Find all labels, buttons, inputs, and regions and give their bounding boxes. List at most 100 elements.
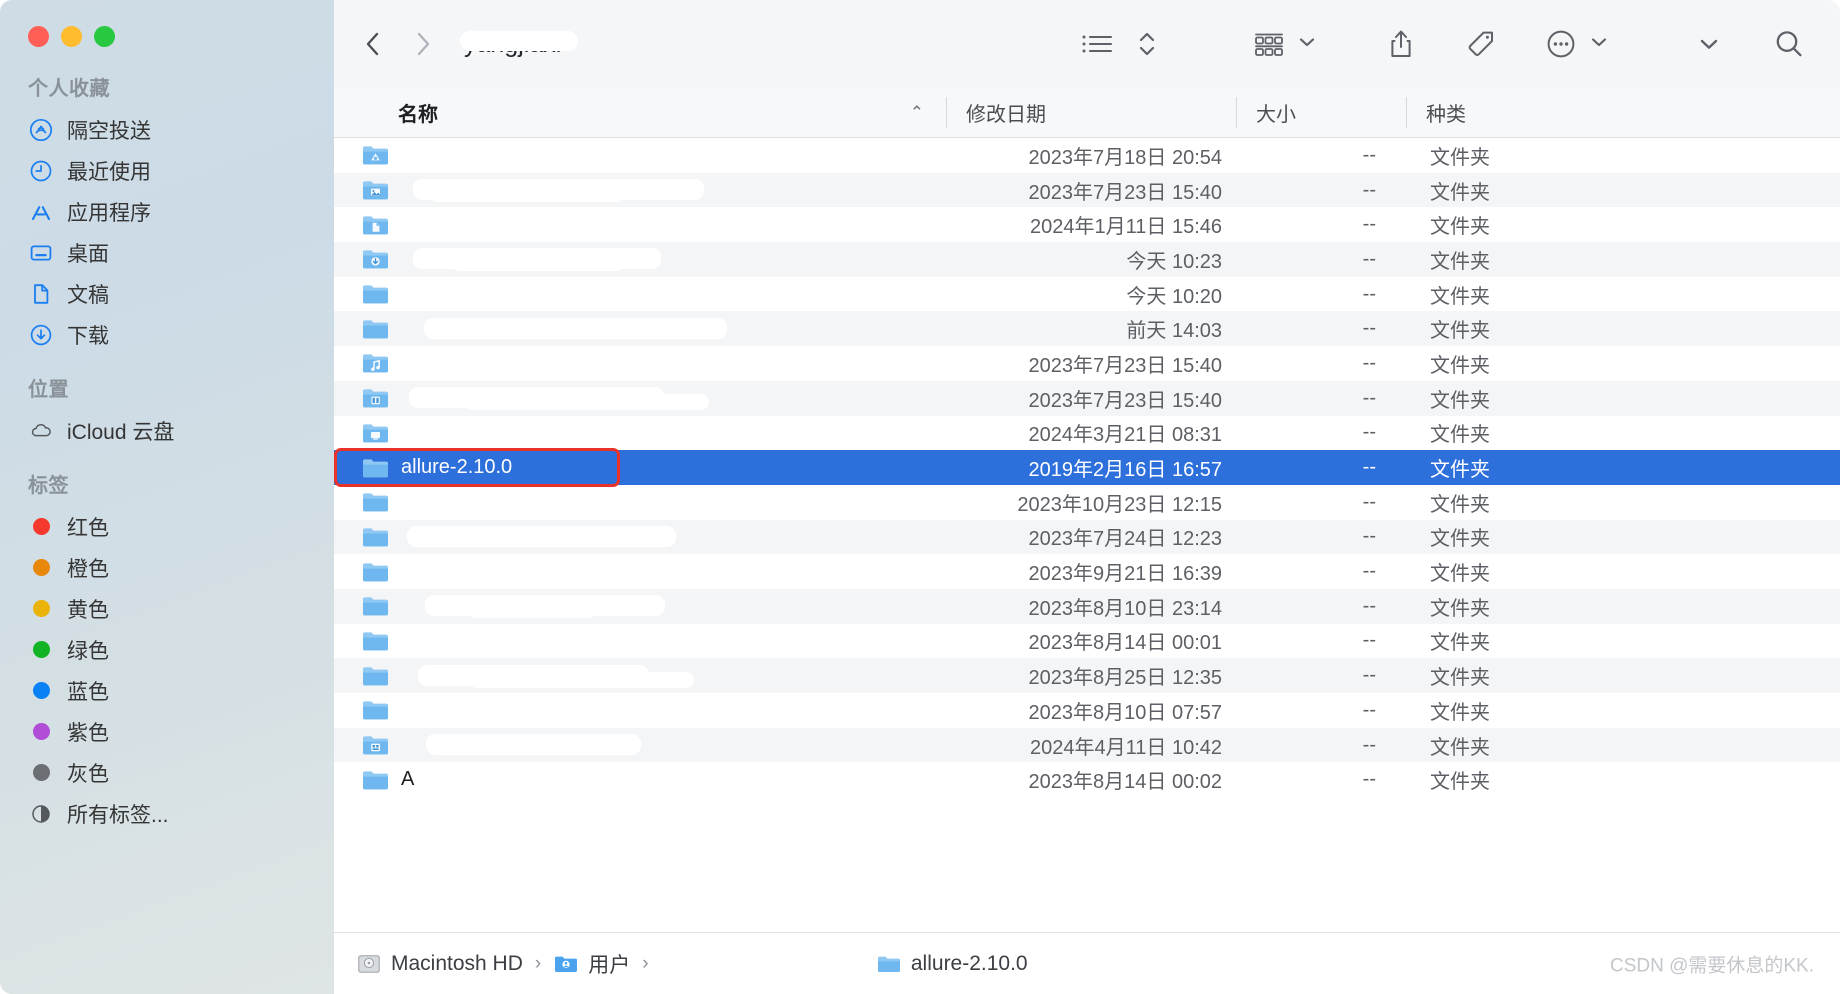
sidebar-item-desktop[interactable]: 桌面 (0, 232, 334, 273)
table-row[interactable]: 2023年8月14日 00:01 -- 文件夹 (334, 624, 1840, 659)
sidebar-item-airdrop[interactable]: 隔空投送 (0, 109, 334, 150)
sidebar-item-downloads[interactable]: 下载 (0, 314, 334, 355)
tag-icon[interactable] (1456, 19, 1506, 69)
path-segment-allure[interactable]: allure-2.10.0 (876, 951, 1028, 977)
sidebar-item-tag-yellow[interactable]: 黄色 (0, 588, 334, 629)
sidebar-item-all-tags[interactable]: 所有标签... (0, 793, 334, 834)
sidebar-item-tag-gray[interactable]: 灰色 (0, 752, 334, 793)
view-mode-group[interactable] (1072, 19, 1172, 69)
file-name-cell[interactable] (334, 248, 946, 270)
column-header-date[interactable]: 修改日期 (946, 88, 1236, 137)
window-title: yangjiaxi (459, 29, 579, 58)
sidebar-item-tag-green[interactable]: 绿色 (0, 629, 334, 670)
file-name-cell[interactable] (334, 561, 946, 583)
action-chevron-down-icon[interactable] (1684, 19, 1734, 69)
table-row[interactable]: 2023年7月23日 15:40 -- 文件夹 (334, 346, 1840, 381)
file-date-cell: 前天 14:03 (1126, 320, 1222, 343)
column-header-name[interactable]: 名称 ⌃ (334, 88, 946, 137)
toolbar: yangjiaxi (334, 0, 1840, 88)
table-row[interactable]: 今天 10:23 -- 文件夹 (334, 242, 1840, 277)
table-row[interactable]: 2023年7月18日 20:54 -- 文件夹 (334, 138, 1840, 173)
sidebar-item-label: 文稿 (67, 283, 109, 307)
sidebar-item-tag-red[interactable]: 红色 (0, 506, 334, 547)
share-icon[interactable] (1376, 19, 1426, 69)
table-row[interactable]: 2023年7月24日 12:23 -- 文件夹 (334, 519, 1840, 555)
file-name-cell[interactable] (334, 144, 946, 166)
column-header-size[interactable]: 大小 (1236, 88, 1406, 137)
file-date-cell: 2023年8月10日 23:14 (1028, 597, 1222, 620)
file-name-cell[interactable] (334, 734, 946, 756)
table-row[interactable]: 2024年1月11日 15:46 -- 文件夹 (334, 207, 1840, 242)
table-row[interactable]: 2023年9月21日 16:39 -- 文件夹 (334, 554, 1840, 589)
path-segment-macintosh-hd[interactable]: Macintosh HD (356, 951, 523, 977)
group-by-group[interactable] (1244, 19, 1318, 69)
table-row[interactable]: allure-2.10.0 2019年2月16日 16:57 -- 文件夹 (334, 450, 1840, 485)
sidebar-item-icloud[interactable]: iCloud 云盘 (0, 410, 334, 451)
sort-chevrons-icon[interactable] (1122, 19, 1172, 69)
file-name-cell[interactable] (334, 665, 946, 687)
table-row[interactable]: Ashford-ashford-v1.0.0 2023年8月14日 00:02 --… (334, 762, 1840, 797)
more-group[interactable] (1536, 19, 1610, 69)
minimize-button[interactable] (61, 25, 82, 47)
more-ellipsis-icon[interactable] (1536, 19, 1586, 69)
main-area: yangjiaxi 名称 ⌃ 修改日期 大小 种类 2023年7月18日 20:… (334, 0, 1840, 994)
file-name-cell[interactable] (334, 630, 946, 652)
file-name-cell[interactable] (334, 595, 946, 617)
sidebar-section-locations-title: 位置 (28, 379, 69, 401)
table-row[interactable]: 前天 14:03 -- 文件夹 (334, 311, 1840, 347)
file-size-cell: -- (1362, 143, 1376, 166)
path-segment-label: 用户 (588, 953, 631, 977)
tag-dot-icon (28, 596, 54, 622)
sidebar-item-recents[interactable]: 最近使用 (0, 150, 334, 191)
file-name-cell[interactable] (334, 214, 946, 236)
tag-dot-icon (28, 555, 54, 581)
sidebar-item-applications[interactable]: 应用程序 (0, 191, 334, 232)
file-name-cell[interactable] (334, 699, 946, 721)
search-icon[interactable] (1764, 19, 1814, 69)
file-name-cell[interactable] (334, 318, 946, 340)
list-view-icon[interactable] (1072, 19, 1122, 69)
folder-movies-icon (362, 387, 389, 409)
group-by-icon[interactable] (1244, 19, 1294, 69)
sidebar-item-tag-orange[interactable]: 橙色 (0, 547, 334, 588)
group-by-chevron-down-icon[interactable] (1296, 34, 1318, 55)
forward-button[interactable] (398, 19, 448, 69)
zoom-button[interactable] (94, 25, 115, 47)
close-button[interactable] (28, 25, 49, 47)
table-row[interactable]: 2024年4月11日 10:42 -- 文件夹 (334, 727, 1840, 763)
file-name-cell[interactable] (334, 387, 946, 409)
path-bar: Macintosh HD › 用户 › › (334, 932, 1840, 994)
file-name-cell[interactable] (334, 526, 946, 548)
back-button[interactable] (348, 19, 398, 69)
file-name-cell[interactable] (334, 352, 946, 374)
table-row[interactable]: 2023年7月23日 15:40 -- 文件夹 (334, 172, 1840, 208)
table-row[interactable]: 2023年8月10日 07:57 -- 文件夹 (334, 693, 1840, 728)
file-list[interactable]: 2023年7月18日 20:54 -- 文件夹 2023年7月23日 15:40 -- 文… (334, 138, 1840, 932)
folder-plain-icon (362, 491, 389, 513)
path-segment-users[interactable]: 用户 (553, 949, 630, 979)
table-row[interactable]: 2023年7月23日 15:40 -- 文件夹 (334, 380, 1840, 416)
more-chevron-down-icon[interactable] (1588, 34, 1610, 55)
file-name-cell[interactable] (334, 422, 946, 444)
sidebar-item-documents[interactable]: 文稿 (0, 273, 334, 314)
table-row[interactable]: 2023年8月25日 12:35 -- 文件夹 (334, 658, 1840, 693)
file-size-cell: -- (1362, 456, 1376, 479)
file-name-cell[interactable]: Ashford-ashford-v1.0.0 (334, 768, 946, 791)
sort-ascending-icon: ⌃ (909, 102, 924, 122)
table-row[interactable]: 2023年10月23日 12:15 -- 文件夹 (334, 485, 1840, 520)
sidebar-item-label: 所有标签... (67, 803, 169, 827)
column-header-kind[interactable]: 种类 (1406, 88, 1840, 137)
sidebar-item-tag-purple[interactable]: 紫色 (0, 711, 334, 752)
sidebar-section-tags-title: 标签 (28, 475, 69, 497)
file-name-cell[interactable] (334, 283, 946, 305)
file-name-cell[interactable] (334, 491, 946, 513)
sidebar-item-tag-blue[interactable]: 蓝色 (0, 670, 334, 711)
column-header-kind-label: 种类 (1426, 104, 1466, 126)
harddisk-icon (358, 954, 380, 973)
file-name-cell[interactable]: allure-2.10.0 (334, 456, 946, 479)
table-row[interactable]: 2024年3月21日 08:31 -- 文件夹 (334, 416, 1840, 451)
path-segment-home-redacted[interactable] (654, 951, 846, 977)
table-row[interactable]: 2023年8月10日 23:14 -- 文件夹 (334, 588, 1840, 624)
file-name-cell[interactable] (334, 179, 946, 201)
table-row[interactable]: 今天 10:20 -- 文件夹 (334, 277, 1840, 312)
